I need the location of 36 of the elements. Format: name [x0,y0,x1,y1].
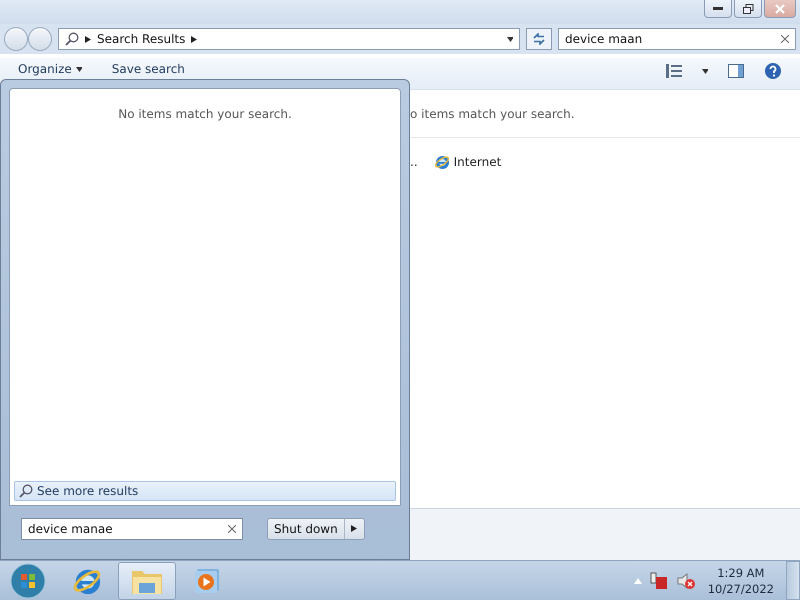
clock[interactable]: 1:29 AM 10/27/2022 [704,564,778,596]
refresh-button[interactable] [526,28,552,50]
chevron-icon [191,36,198,42]
toolbar-button[interactable]: Save search [112,62,185,76]
search-location-link[interactable]: .. [410,155,418,169]
speaker-muted-icon[interactable] [676,572,696,590]
view-list-icon[interactable] [666,64,682,78]
restore-icon [742,4,754,14]
media-player-icon [194,568,220,594]
breadcrumb[interactable]: Search Results [97,32,186,46]
search-field[interactable]: device maan [558,28,796,50]
no-results-message: No items match your search. [118,107,292,121]
see-more-results-button[interactable]: See more results [14,481,396,501]
help-icon[interactable] [764,62,782,80]
globe-e-icon [434,154,450,170]
search-icon [19,484,33,498]
restore-button[interactable] [734,0,762,18]
dropdown-icon [507,36,513,43]
preview-pane-icon[interactable] [728,64,744,78]
start-search-field[interactable]: device manae [21,518,243,540]
search-location-link[interactable]: Internet [434,154,502,170]
organize-menu[interactable]: Organize [18,62,82,76]
no-results-message: o items match your search. [410,106,575,120]
arrow-icon [351,525,358,532]
chevron-icon [85,36,91,42]
clear-icon [228,524,236,532]
close-icon [775,4,785,14]
network-error-icon[interactable] [650,572,668,590]
search-icon [65,32,79,46]
caret-icon [702,68,708,74]
minimize-icon [713,6,723,10]
address-bar[interactable]: Search Results [58,28,520,50]
refresh-icon [532,33,546,45]
minimize-button[interactable] [704,0,732,18]
caret-icon [76,66,82,72]
clear-icon [781,35,789,43]
